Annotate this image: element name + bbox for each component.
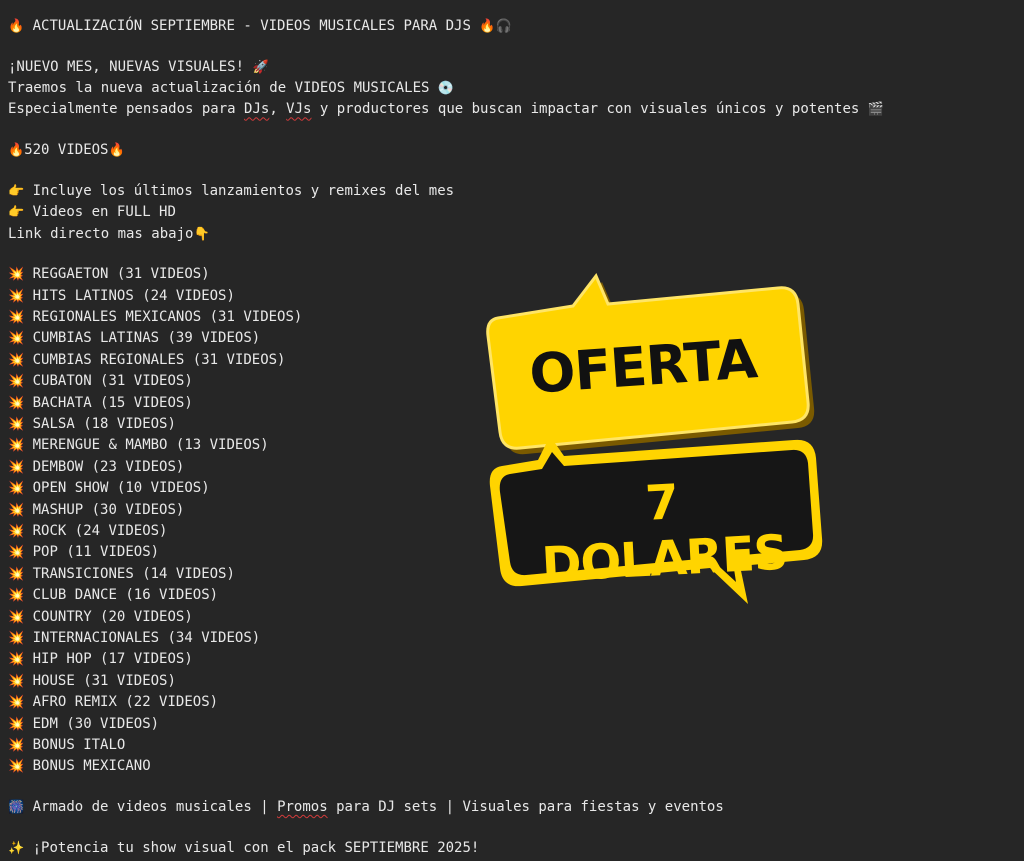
category-label: MASHUP (30 VIDEOS) xyxy=(32,501,185,518)
offer-price: 7 DOLARES xyxy=(540,474,789,594)
footer-text-1a: Armado de videos musicales | xyxy=(24,798,278,815)
category-label: OPEN SHOW (10 VIDEOS) xyxy=(32,480,210,497)
sparkles-icon: ✨ xyxy=(8,840,25,856)
category-label: CUMBIAS REGIONALES (31 VIDEOS) xyxy=(32,351,286,368)
intro-text-3a: Especialmente pensados para xyxy=(8,101,245,118)
category-item: 💥 AFRO REMIX (22 VIDEOS) xyxy=(8,692,1018,713)
collision-icon: 💥 xyxy=(8,609,25,625)
link-note-text: Link directo mas abajo xyxy=(8,225,194,242)
collision-icon: 💥 xyxy=(8,374,25,390)
collision-icon: 💥 xyxy=(8,331,25,347)
category-label: CUBATON (31 VIDEOS) xyxy=(32,373,193,390)
collision-icon: 💥 xyxy=(8,352,25,368)
intro-line-1: ¡NUEVO MES, NUEVAS VISUALES! 🚀 xyxy=(8,57,1018,78)
spellcheck-word-vjs[interactable]: VJs xyxy=(286,101,311,117)
category-label: HOUSE (31 VIDEOS) xyxy=(32,672,176,689)
header-line: 🔥 ACTUALIZACIÓN SEPTIEMBRE - VIDEOS MUSI… xyxy=(8,16,1018,37)
feature-text: Incluye los últimos lanzamientos y remix… xyxy=(24,182,455,199)
feature-line-2: 👉 Videos en FULL HD xyxy=(8,202,1018,223)
intro-text-3b: , xyxy=(269,101,287,118)
disc-icon: 💿 xyxy=(437,81,455,97)
collision-icon: 💥 xyxy=(8,673,25,689)
pointing-down-icon: 👇 xyxy=(193,226,210,242)
pointing-right-icon: 👉 xyxy=(8,205,25,221)
video-count: 520 VIDEOS xyxy=(24,142,109,159)
category-label: INTERNACIONALES (34 VIDEOS) xyxy=(32,629,261,646)
collision-icon: 💥 xyxy=(8,588,25,604)
rocket-icon: 🚀 xyxy=(252,59,269,75)
collision-icon: 💥 xyxy=(8,438,25,454)
fire-icon: 🔥 xyxy=(8,19,25,34)
intro-text-2: Traemos la nueva actualización de VIDEOS… xyxy=(8,80,438,97)
category-label: HIP HOP (17 VIDEOS) xyxy=(32,651,193,668)
collision-icon: 💥 xyxy=(8,716,25,732)
category-label: BONUS MEXICANO xyxy=(32,758,151,775)
category-label: CLUB DANCE (16 VIDEOS) xyxy=(32,587,219,604)
category-item: 💥 BONUS MEXICANO xyxy=(8,756,1018,777)
collision-icon: 💥 xyxy=(8,630,25,646)
category-item: 💥 HOUSE (31 VIDEOS) xyxy=(8,671,1018,692)
category-label: BONUS ITALO xyxy=(32,736,126,753)
spellcheck-word-promos[interactable]: Promos xyxy=(277,799,328,815)
collision-icon: 💥 xyxy=(8,524,25,539)
category-label: AFRO REMIX (22 VIDEOS) xyxy=(32,694,219,711)
category-item: 💥 BONUS ITALO xyxy=(8,735,1018,756)
category-label: HITS LATINOS (24 VIDEOS) xyxy=(32,287,235,304)
collision-icon: 💥 xyxy=(8,288,25,304)
collision-icon: 💥 xyxy=(8,759,25,775)
category-label: COUNTRY (20 VIDEOS) xyxy=(32,608,193,625)
collision-icon: 💥 xyxy=(8,652,25,668)
category-label: MERENGUE & MAMBO (13 VIDEOS) xyxy=(32,437,269,454)
category-label: SALSA (18 VIDEOS) xyxy=(32,416,176,433)
footer-line-2: ✨ ¡Potencia tu show visual con el pack S… xyxy=(8,838,1018,859)
category-label: ROCK (24 VIDEOS) xyxy=(32,523,168,539)
fireworks-icon: 🎆 xyxy=(8,799,25,815)
category-item: 💥 EDM (30 VIDEOS) xyxy=(8,714,1018,735)
category-label: REGIONALES MEXICANOS (31 VIDEOS) xyxy=(32,309,303,326)
intro-text-3c: y productores que buscan impactar con vi… xyxy=(311,101,868,118)
intro-text-1: ¡NUEVO MES, NUEVAS VISUALES! xyxy=(8,58,253,75)
collision-icon: 💥 xyxy=(8,737,25,753)
footer-text-1b: para DJ sets | Visuales para fiestas y e… xyxy=(327,798,724,815)
category-label: CUMBIAS LATINAS (39 VIDEOS) xyxy=(32,330,261,347)
collision-icon: 💥 xyxy=(8,481,25,497)
category-label: POP (11 VIDEOS) xyxy=(32,544,160,561)
collision-icon: 💥 xyxy=(8,459,25,475)
collision-icon: 💥 xyxy=(8,695,25,711)
collision-icon: 💥 xyxy=(8,566,25,582)
footer-text-2: ¡Potencia tu show visual con el pack SEP… xyxy=(24,839,480,856)
intro-line-2: Traemos la nueva actualización de VIDEOS… xyxy=(8,78,1018,99)
fire-icon: 🔥 xyxy=(8,143,25,159)
category-label: DEMBOW (23 VIDEOS) xyxy=(32,458,185,475)
fire-headphones-icon: 🔥🎧 xyxy=(479,19,512,34)
category-label: TRANSICIONES (14 VIDEOS) xyxy=(32,565,235,582)
collision-icon: 💥 xyxy=(8,395,25,411)
category-item: 💥 INTERNACIONALES (34 VIDEOS) xyxy=(8,628,1018,649)
category-label: BACHATA (15 VIDEOS) xyxy=(32,394,193,411)
page-title: ACTUALIZACIÓN SEPTIEMBRE - VIDEOS MUSICA… xyxy=(32,18,471,34)
intro-line-3: Especialmente pensados para DJs, VJs y p… xyxy=(8,99,1018,120)
feature-line-1: 👉 Incluye los últimos lanzamientos y rem… xyxy=(8,181,1018,202)
collision-icon: 💥 xyxy=(8,502,25,518)
video-count-line: 🔥520 VIDEOS🔥 xyxy=(8,140,1018,161)
collision-icon: 💥 xyxy=(8,267,25,283)
link-note-line: Link directo mas abajo👇 xyxy=(8,224,1018,245)
pointing-right-icon: 👉 xyxy=(8,183,25,199)
collision-icon: 💥 xyxy=(8,545,25,561)
offer-graphic: OFERTA 7 DOLARES xyxy=(478,270,834,610)
fire-icon: 🔥 xyxy=(108,143,125,159)
category-label: REGGAETON (31 VIDEOS) xyxy=(32,266,210,283)
footer-line-1: 🎆 Armado de videos musicales | Promos pa… xyxy=(8,797,1018,818)
collision-icon: 💥 xyxy=(8,417,25,433)
category-item: 💥 HIP HOP (17 VIDEOS) xyxy=(8,649,1018,670)
collision-icon: 💥 xyxy=(8,310,25,326)
feature-text: Videos en FULL HD xyxy=(24,204,176,221)
clapperboard-icon: 🎬 xyxy=(867,102,884,118)
spellcheck-word-djs[interactable]: DJs xyxy=(244,101,269,117)
category-label: EDM (30 VIDEOS) xyxy=(32,715,160,732)
